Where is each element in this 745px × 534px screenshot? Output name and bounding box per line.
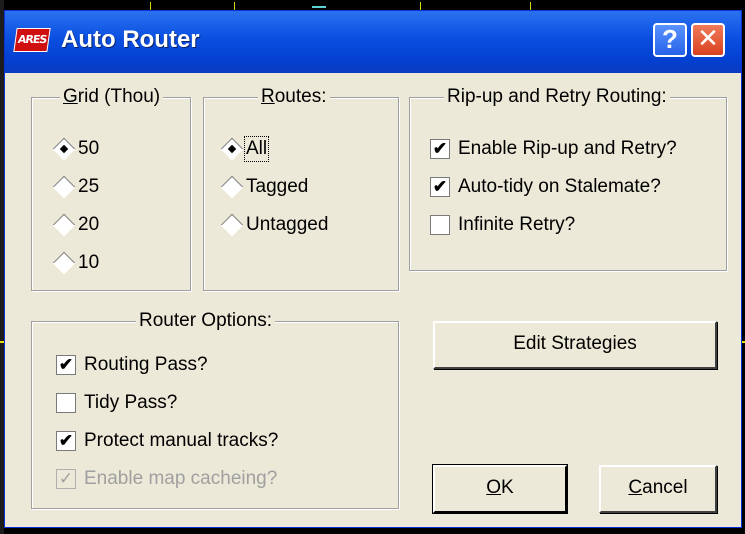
grid-option-10[interactable]: 10 [52,251,99,275]
checkmark-icon: ✔ [56,431,76,451]
protect-manual-tracks-checkbox[interactable]: ✔ Protect manual tracks? [56,430,278,452]
radio-icon [52,175,76,199]
map-cacheing-checkbox: ✓ Enable map cacheing? [56,468,277,490]
checkmark-icon: ✔ [430,177,450,197]
auto-tidy-checkbox[interactable]: ✔ Auto-tidy on Stalemate? [430,176,661,198]
grid-group: Grid (Thou) 50 25 20 10 [31,86,191,291]
cancel-label: Cancel [628,477,688,498]
ok-button[interactable]: OK [432,464,568,514]
checkmark-icon: ✔ [430,139,450,159]
routes-group: Routes: All Tagged Untagged [203,86,399,291]
grid-legend: Grid (Thou) [60,86,164,108]
ok-label: OK [486,477,514,498]
background-tick [530,2,531,10]
grid-option-20[interactable]: 20 [52,213,99,237]
routes-option-untagged[interactable]: Untagged [220,213,328,237]
radio-icon [220,213,244,237]
edit-strategies-button[interactable]: Edit Strategies [433,321,717,369]
routes-option-all[interactable]: All [220,136,270,162]
radio-selected-icon [52,137,76,161]
ripup-legend: Rip-up and Retry Routing: [444,86,670,108]
enable-ripup-checkbox[interactable]: ✔ Enable Rip-up and Retry? [430,138,677,160]
close-button[interactable]: ✕ [691,23,725,57]
radio-icon [220,175,244,199]
help-button[interactable]: ? [653,23,687,57]
radio-icon [52,251,76,275]
grid-option-50[interactable]: 50 [52,137,99,161]
title-bar[interactable]: ARES Auto Router ? ✕ [5,11,741,73]
background-tick [312,6,326,8]
checkbox-empty-icon [430,215,450,235]
routes-option-tagged[interactable]: Tagged [220,175,308,199]
checkmark-icon: ✔ [56,355,76,375]
router-options-group: Router Options: ✔ Routing Pass? Tidy Pas… [31,310,399,509]
auto-router-dialog: ARES Auto Router ? ✕ Grid (Thou) 50 25 2… [4,10,742,528]
ripup-group: Rip-up and Retry Routing: ✔ Enable Rip-u… [409,86,727,271]
radio-icon [52,213,76,237]
cancel-button[interactable]: Cancel [599,465,717,513]
checkmark-disabled-icon: ✓ [56,469,76,489]
tidy-pass-checkbox[interactable]: Tidy Pass? [56,392,177,414]
routing-pass-checkbox[interactable]: ✔ Routing Pass? [56,354,208,376]
background-tick [420,2,421,10]
infinite-retry-checkbox[interactable]: Infinite Retry? [430,214,575,236]
checkbox-empty-icon [56,393,76,413]
window-title: Auto Router [61,26,200,53]
background-tick [234,2,235,10]
radio-selected-icon [220,137,244,161]
app-icon: ARES [13,28,51,52]
routes-legend: Routes: [258,86,330,108]
router-options-legend: Router Options: [136,310,276,332]
background-tick [150,2,151,10]
grid-option-25[interactable]: 25 [52,175,99,199]
